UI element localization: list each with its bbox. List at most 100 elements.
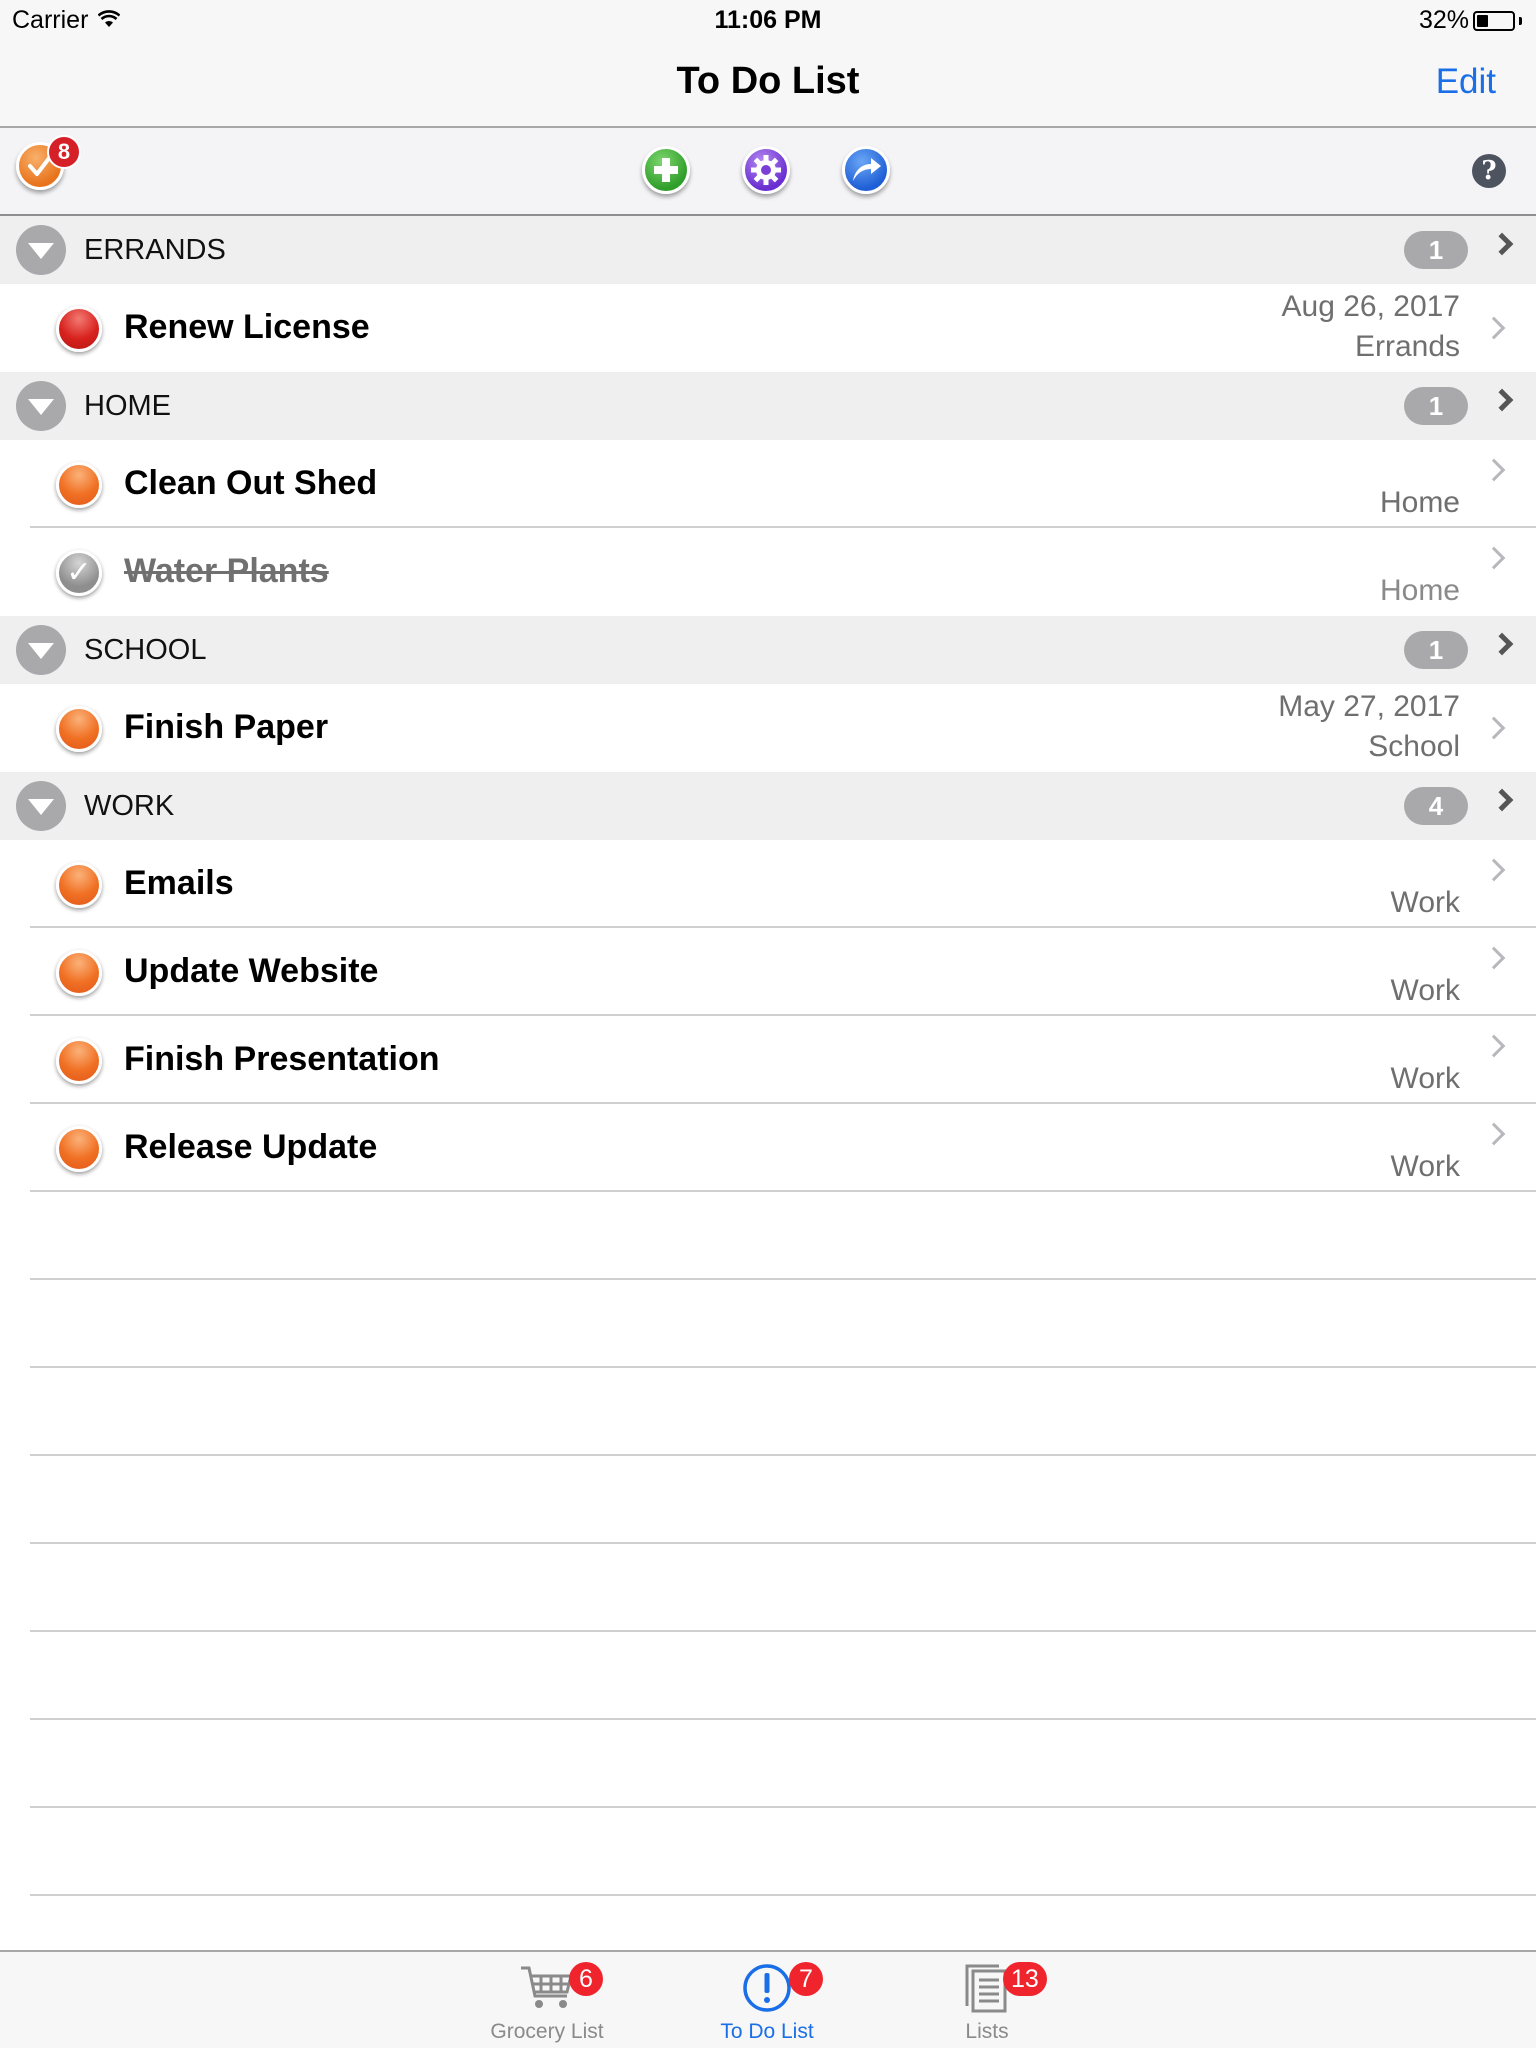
task-title: Emails bbox=[124, 864, 234, 902]
empty-row bbox=[0, 1368, 1536, 1456]
chevron-right-icon bbox=[1482, 716, 1506, 740]
tab-label-grocery: Grocery List bbox=[490, 2020, 604, 2043]
collapse-toggle-icon[interactable] bbox=[16, 625, 66, 675]
priority-bullet-icon[interactable] bbox=[56, 706, 102, 752]
task-title: Renew License bbox=[124, 308, 370, 346]
tab-badge-grocery: 6 bbox=[569, 1962, 603, 1996]
task-row[interactable]: Renew License Aug 26, 2017 Errands bbox=[0, 284, 1536, 372]
priority-bullet-icon[interactable] bbox=[56, 862, 102, 908]
section-title: WORK bbox=[84, 790, 175, 822]
task-due-date: Aug 26, 2017 bbox=[1281, 290, 1461, 323]
tab-label-todo: To Do List bbox=[720, 2020, 814, 2043]
page-title: To Do List bbox=[676, 60, 860, 102]
empty-row bbox=[0, 1192, 1536, 1280]
share-button[interactable] bbox=[842, 146, 890, 194]
completed-checkmark-icon[interactable]: ✓ bbox=[56, 550, 102, 596]
chevron-right-icon bbox=[1482, 546, 1506, 570]
chevron-right-icon bbox=[1482, 316, 1506, 340]
task-title: Finish Presentation bbox=[124, 1040, 440, 1078]
task-row[interactable]: Emails Work bbox=[0, 840, 1536, 928]
section-title: SCHOOL bbox=[84, 634, 207, 666]
battery-percent: 32% bbox=[1418, 6, 1469, 34]
navigation-bar: To Do List Edit bbox=[0, 40, 1536, 128]
section-disclosure-icon[interactable] bbox=[1490, 388, 1514, 412]
battery-tip bbox=[1519, 16, 1522, 25]
task-row[interactable]: Clean Out Shed Home bbox=[0, 440, 1536, 528]
tasks-checkmark-button[interactable]: 8 bbox=[16, 135, 81, 190]
collapse-toggle-icon[interactable] bbox=[16, 781, 66, 831]
task-category: Work bbox=[1390, 1062, 1460, 1095]
exclamation-circle-icon bbox=[743, 1964, 791, 2012]
priority-bullet-icon[interactable] bbox=[56, 950, 102, 996]
question-mark-icon: ? bbox=[1481, 156, 1497, 186]
section-disclosure-icon[interactable] bbox=[1490, 788, 1514, 812]
task-category: Errands bbox=[1354, 330, 1460, 363]
priority-bullet-icon[interactable] bbox=[56, 1038, 102, 1084]
empty-row bbox=[0, 1280, 1536, 1368]
section-title: ERRANDS bbox=[84, 234, 226, 266]
chevron-right-icon bbox=[1482, 858, 1506, 882]
empty-row bbox=[0, 1456, 1536, 1544]
task-category: Home bbox=[1379, 486, 1460, 519]
task-category: Home bbox=[1379, 574, 1460, 607]
task-title: Update Website bbox=[124, 952, 379, 990]
tab-bar: 6 Grocery List 7 To Do List 13 Lists bbox=[0, 1950, 1536, 2048]
section-count-badge: 1 bbox=[1404, 387, 1468, 425]
section-count-badge: 4 bbox=[1404, 787, 1468, 825]
toolbar: 8 ? bbox=[0, 128, 1536, 216]
section-title: HOME bbox=[84, 390, 171, 422]
edit-button[interactable]: Edit bbox=[1436, 62, 1496, 102]
tab-badge-todo: 7 bbox=[789, 1962, 823, 1996]
section-header-school[interactable]: SCHOOL 1 bbox=[0, 616, 1536, 684]
status-time: 11:06 PM bbox=[714, 6, 822, 34]
task-title: Clean Out Shed bbox=[124, 464, 378, 502]
priority-bullet-icon[interactable] bbox=[56, 1126, 102, 1172]
task-row[interactable]: ✓ Water Plants Home bbox=[0, 528, 1536, 616]
section-count-badge: 1 bbox=[1404, 631, 1468, 669]
battery-group: 32% bbox=[1419, 6, 1522, 35]
gear-icon bbox=[751, 155, 781, 185]
task-due-date: May 27, 2017 bbox=[1278, 690, 1460, 723]
section-disclosure-icon[interactable] bbox=[1490, 632, 1514, 656]
empty-row bbox=[0, 1544, 1536, 1632]
chevron-right-icon bbox=[1482, 458, 1506, 482]
app: Carrier 11:06 PM 32% To Do List Edit 8 ?… bbox=[0, 0, 1536, 2048]
task-row[interactable]: Release Update Work bbox=[0, 1104, 1536, 1192]
task-title: Release Update bbox=[124, 1128, 378, 1166]
section-header-errands[interactable]: ERRANDS 1 bbox=[0, 216, 1536, 284]
empty-row bbox=[0, 1632, 1536, 1720]
add-task-button[interactable] bbox=[642, 146, 690, 194]
section-count-badge: 1 bbox=[1404, 231, 1468, 269]
tab-grocery-list[interactable]: 6 Grocery List bbox=[447, 1952, 647, 2048]
chevron-right-icon bbox=[1482, 1034, 1506, 1058]
task-row[interactable]: Finish Presentation Work bbox=[0, 1016, 1536, 1104]
task-row[interactable]: Finish Paper May 27, 2017 School bbox=[0, 684, 1536, 772]
settings-button[interactable] bbox=[742, 146, 790, 194]
plus-icon bbox=[654, 158, 678, 182]
section-header-work[interactable]: WORK 4 bbox=[0, 772, 1536, 840]
priority-bullet-icon[interactable] bbox=[56, 462, 102, 508]
chevron-right-icon bbox=[1482, 946, 1506, 970]
section-disclosure-icon[interactable] bbox=[1490, 232, 1514, 256]
tab-badge-lists: 13 bbox=[1003, 1962, 1047, 1996]
priority-bullet-icon[interactable] bbox=[56, 306, 102, 352]
task-title: Finish Paper bbox=[124, 708, 329, 746]
task-category: School bbox=[1368, 730, 1460, 763]
section-header-home[interactable]: HOME 1 bbox=[0, 372, 1536, 440]
task-row[interactable]: Update Website Work bbox=[0, 928, 1536, 1016]
task-title: Water Plants bbox=[124, 552, 329, 590]
share-arrow-icon bbox=[853, 158, 881, 181]
task-category: Work bbox=[1390, 1150, 1460, 1183]
battery-fill bbox=[1477, 14, 1488, 27]
collapse-toggle-icon[interactable] bbox=[16, 381, 66, 431]
tab-to-do-list[interactable]: 7 To Do List bbox=[667, 1952, 867, 2048]
task-category: Work bbox=[1390, 974, 1460, 1007]
battery-icon bbox=[1473, 10, 1515, 31]
tasks-badge: 8 bbox=[47, 135, 81, 169]
collapse-toggle-icon[interactable] bbox=[16, 225, 66, 275]
task-category: Work bbox=[1390, 886, 1460, 919]
tab-label-lists: Lists bbox=[965, 2020, 1009, 2043]
help-button[interactable]: ? bbox=[1472, 154, 1506, 188]
empty-row bbox=[0, 1720, 1536, 1808]
tab-lists[interactable]: 13 Lists bbox=[887, 1952, 1087, 2048]
